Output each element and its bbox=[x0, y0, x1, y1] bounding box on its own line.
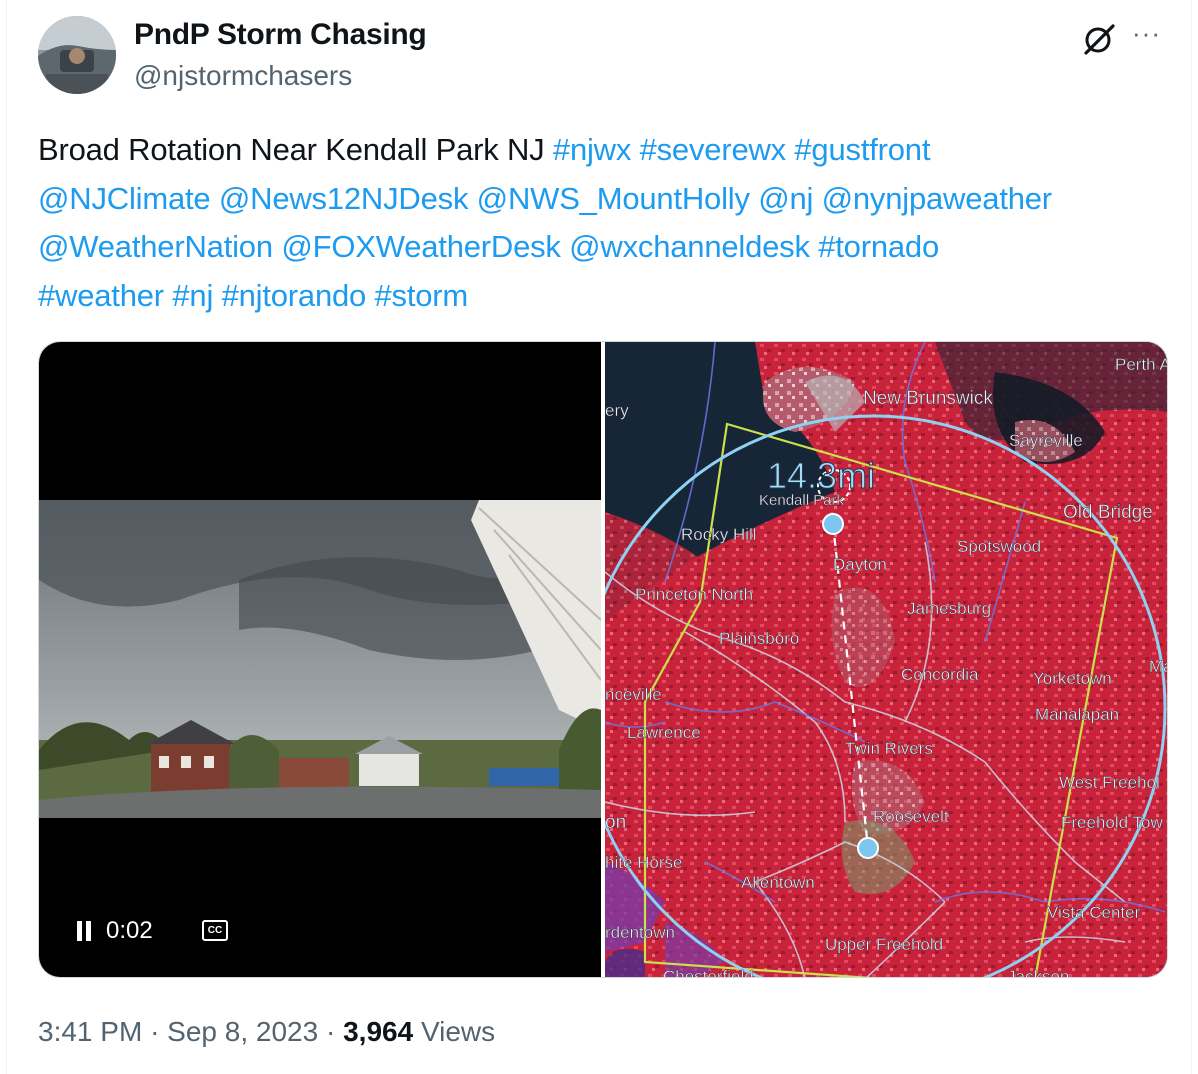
hashtag-link[interactable]: #njwx bbox=[553, 132, 631, 167]
place-jamesburg: Jamesburg bbox=[907, 599, 991, 618]
tweet-body: Broad Rotation Near Kendall Park NJ bbox=[38, 132, 553, 167]
place-on: on bbox=[605, 812, 626, 833]
video-timestamp: 0:02 bbox=[106, 917, 153, 944]
place-upper-freehold: Upper Freehold bbox=[825, 935, 943, 954]
author-handle[interactable]: @njstormchasers bbox=[134, 60, 352, 92]
video-controls: 0:02 bbox=[75, 917, 153, 945]
footer-separator: · bbox=[325, 1016, 336, 1047]
place-manalapan: Manalapan bbox=[1035, 705, 1119, 724]
place-chesterfield: Chesterfield bbox=[663, 967, 754, 977]
tweet-footer: 3:41 PM · Sep 8, 2023 · 3,964 Views bbox=[38, 1016, 495, 1048]
place-vista-center: Vista Center bbox=[1047, 903, 1141, 922]
place-rdentown: rdentown bbox=[605, 923, 675, 942]
place-concordia: Concordia bbox=[901, 665, 979, 684]
place-spotswood: Spotswood bbox=[957, 537, 1041, 556]
place-ery: ery bbox=[605, 401, 629, 420]
place-freehold-township: Freehold Tow bbox=[1061, 813, 1163, 832]
tweet-line-3: @WeatherNation @FOXWeatherDesk @wxchanne… bbox=[38, 223, 1178, 272]
footer-separator: · bbox=[150, 1016, 160, 1047]
tweet-line-4: #weather #nj #njtorando #storm bbox=[38, 272, 1178, 321]
media-grid: 0:02 CC 14.3mi Perth A New Brunswick ery… bbox=[38, 341, 1168, 978]
pause-icon[interactable] bbox=[75, 921, 92, 941]
place-jackson: Jackson bbox=[1007, 967, 1069, 977]
grok-icon[interactable] bbox=[1082, 22, 1116, 56]
place-rocky-hill: Rocky Hill bbox=[681, 525, 757, 544]
tweet-time[interactable]: 3:41 PM bbox=[38, 1016, 142, 1047]
hashtag-link[interactable]: #njtorando bbox=[222, 278, 367, 313]
views-label: Views bbox=[420, 1016, 496, 1047]
video-frame bbox=[39, 500, 601, 818]
radar-image[interactable]: 14.3mi Perth A New Brunswick ery Sayrevi… bbox=[605, 342, 1168, 977]
place-old-bridge: Old Bridge bbox=[1063, 502, 1153, 523]
radar-map: 14.3mi Perth A New Brunswick ery Sayrevi… bbox=[605, 342, 1168, 977]
mention-link[interactable]: @News12NJDesk bbox=[219, 181, 469, 216]
radar-distance-label: 14.3mi bbox=[767, 455, 875, 496]
author-display-name[interactable]: PndP Storm Chasing bbox=[134, 18, 427, 52]
hashtag-link[interactable]: #nj bbox=[172, 278, 213, 313]
views-count: 3,964 bbox=[343, 1016, 414, 1047]
video-player[interactable]: 0:02 CC bbox=[39, 342, 601, 977]
place-allentown: Allentown bbox=[741, 873, 815, 892]
mention-link[interactable]: @nj bbox=[758, 181, 813, 216]
mention-link[interactable]: @FOXWeatherDesk bbox=[281, 229, 561, 264]
place-dayton: Dayton bbox=[833, 555, 887, 574]
place-nceville: nceville bbox=[605, 685, 662, 704]
closed-captions-icon[interactable]: CC bbox=[202, 920, 228, 941]
place-sayreville: Sayreville bbox=[1009, 431, 1083, 450]
place-twin-rivers: Twin Rivers bbox=[845, 739, 933, 758]
avatar[interactable] bbox=[38, 16, 116, 94]
mention-link[interactable]: @NJClimate bbox=[38, 181, 211, 216]
tweet-line-2: @NJClimate @News12NJDesk @NWS_MountHolly… bbox=[38, 175, 1178, 224]
tweet-line-1: Broad Rotation Near Kendall Park NJ #njw… bbox=[38, 126, 1178, 175]
place-west-freehold: West Freehol bbox=[1059, 773, 1160, 792]
place-princeton-north: Princeton North bbox=[635, 585, 753, 604]
tweet-text: Broad Rotation Near Kendall Park NJ #njw… bbox=[38, 126, 1178, 320]
place-ma: Ma bbox=[1149, 657, 1168, 676]
mention-link[interactable]: @WeatherNation bbox=[38, 229, 273, 264]
hashtag-link[interactable]: #tornado bbox=[818, 229, 939, 264]
avatar-photo bbox=[38, 16, 116, 94]
mention-link[interactable]: @nynjpaweather bbox=[822, 181, 1053, 216]
place-roosevelt: Roosevelt bbox=[873, 807, 949, 826]
place-perth-amboy: Perth A bbox=[1115, 355, 1168, 374]
place-white-horse: hite Horse bbox=[605, 853, 682, 872]
tweet-date[interactable]: Sep 8, 2023 bbox=[167, 1016, 318, 1047]
more-options-icon[interactable]: ··· bbox=[1132, 18, 1161, 49]
place-kendall-park: Kendall Park bbox=[759, 492, 845, 509]
hashtag-link[interactable]: #storm bbox=[375, 278, 469, 313]
place-plainsboro: Plainsboro bbox=[719, 629, 799, 648]
mention-link[interactable]: @NWS_MountHolly bbox=[477, 181, 750, 216]
hashtag-link[interactable]: #gustfront bbox=[794, 132, 930, 167]
place-lawrence: Lawrence bbox=[627, 723, 701, 742]
place-yorketown: Yorketown bbox=[1033, 669, 1112, 688]
mention-link[interactable]: @wxchanneldesk bbox=[569, 229, 810, 264]
hashtag-link[interactable]: #severewx bbox=[640, 132, 787, 167]
place-new-brunswick: New Brunswick bbox=[863, 388, 993, 409]
hashtag-link[interactable]: #weather bbox=[38, 278, 164, 313]
